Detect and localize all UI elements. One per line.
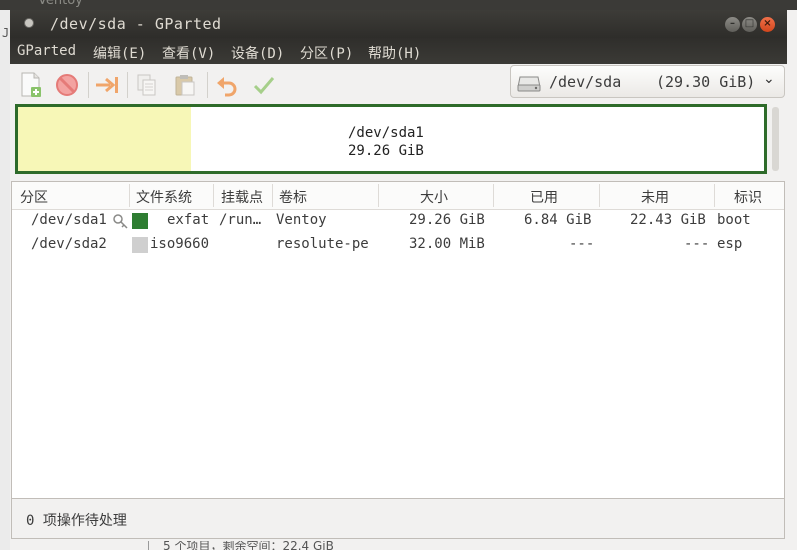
partition-used-space — [18, 107, 191, 171]
table-row[interactable]: /dev/sda2 iso9660 resolute-pe 32.00 MiB … — [12, 233, 784, 257]
device-selector[interactable]: /dev/sda (29.30 GiB) ⌄ — [510, 65, 785, 98]
cell-label: resolute-pe — [276, 236, 369, 252]
partition-graph-size: 29.26 GiB — [348, 143, 424, 159]
chevron-down-icon: ⌄ — [763, 71, 775, 87]
paste-icon[interactable] — [170, 70, 200, 100]
column-header-flags[interactable]: 标识 — [734, 187, 762, 207]
toolbar: /dev/sda (29.30 GiB) ⌄ — [10, 64, 787, 104]
cell-size: 32.00 MiB — [409, 236, 485, 252]
toolbar-separator — [127, 72, 128, 98]
menu-gparted[interactable]: GParted — [17, 43, 76, 59]
undo-icon[interactable] — [211, 70, 241, 100]
harddisk-icon — [517, 71, 541, 97]
menu-device[interactable]: 设备(D) — [231, 43, 284, 63]
cell-unused: 22.43 GiB — [630, 212, 706, 228]
cell-used: --- — [569, 236, 595, 252]
new-partition-icon[interactable] — [16, 70, 46, 100]
background-window-title: Ventoy — [38, 0, 83, 8]
app-menu-icon[interactable] — [24, 18, 34, 28]
cell-mountpoint: /run… — [219, 212, 262, 228]
column-divider — [714, 184, 715, 207]
column-divider — [599, 184, 600, 207]
menu-bar: GParted 编辑(E) 查看(V) 设备(D) 分区(P) 帮助(H) — [10, 38, 787, 64]
background-status-text: 5 个项目，剩余空间：22.4 GiB — [163, 541, 334, 550]
cell-partition: /dev/sda2 — [31, 236, 107, 252]
cell-filesystem: exfat — [167, 212, 210, 228]
column-header-label[interactable]: 卷标 — [279, 187, 307, 207]
column-header-size[interactable]: 大小 — [420, 187, 448, 207]
column-divider — [378, 184, 379, 207]
delete-icon[interactable] — [52, 70, 82, 100]
table-header: 分区 文件系统 挂载点 卷标 大小 已用 未用 标识 — [12, 182, 784, 210]
cell-flags: esp — [717, 236, 743, 252]
column-header-mountpoint[interactable]: 挂载点 — [221, 187, 263, 207]
window-title: /dev/sda - GParted — [50, 15, 222, 33]
key-icon — [112, 213, 128, 233]
toolbar-separator — [207, 72, 208, 98]
column-divider — [129, 184, 130, 207]
maximize-button[interactable]: □ — [742, 17, 757, 32]
background-window-statusbar: 5 个项目，剩余空间：22.4 GiB — [148, 541, 797, 550]
column-divider — [493, 184, 494, 207]
device-size: (29.30 GiB) — [656, 73, 756, 91]
menu-view[interactable]: 查看(V) — [162, 43, 215, 63]
table-row[interactable]: /dev/sda1 exfat /run… Ventoy 29.26 GiB 6… — [12, 209, 784, 233]
menu-edit[interactable]: 编辑(E) — [93, 43, 146, 63]
column-divider — [213, 184, 214, 207]
cell-size: 29.26 GiB — [409, 212, 485, 228]
partition-graph-name: /dev/sda1 — [348, 125, 424, 141]
cell-partition: /dev/sda1 — [31, 212, 107, 228]
minimize-button[interactable]: – — [725, 17, 740, 32]
apply-icon[interactable] — [249, 70, 279, 100]
column-header-unused[interactable]: 未用 — [641, 187, 669, 207]
status-bar: 0 项操作待处理 — [11, 499, 785, 539]
column-header-partition[interactable]: 分区 — [20, 187, 48, 207]
background-window-titlebar: Ventoy — [0, 0, 797, 10]
pending-operations-status: 0 项操作待处理 — [26, 513, 127, 529]
gparted-window: /dev/sda - GParted – □ × GParted 编辑(E) 查… — [10, 10, 787, 541]
cell-used: 6.84 GiB — [524, 212, 592, 228]
background-window-edge: J — [0, 10, 10, 550]
copy-icon[interactable] — [132, 70, 162, 100]
column-header-used[interactable]: 已用 — [530, 187, 558, 207]
background-window-char: J — [2, 26, 10, 40]
filesystem-color-swatch — [132, 213, 148, 229]
menu-partition[interactable]: 分区(P) — [300, 43, 353, 63]
device-name: /dev/sda — [549, 73, 622, 91]
cell-unused: --- — [684, 236, 710, 252]
close-button[interactable]: × — [760, 17, 775, 32]
cell-flags: boot — [717, 212, 751, 228]
resize-move-icon[interactable] — [92, 70, 122, 100]
partition-graph-scrollbar[interactable] — [772, 107, 779, 171]
filesystem-color-swatch — [132, 237, 148, 253]
menu-help[interactable]: 帮助(H) — [368, 43, 421, 63]
column-divider — [272, 184, 273, 207]
cell-label: Ventoy — [276, 212, 327, 228]
title-bar[interactable]: /dev/sda - GParted – □ × — [10, 10, 787, 38]
cell-filesystem: iso9660 — [150, 236, 210, 252]
column-header-filesystem[interactable]: 文件系统 — [136, 187, 192, 207]
toolbar-separator — [88, 72, 89, 98]
partition-graph[interactable]: /dev/sda1 29.26 GiB — [15, 104, 767, 174]
partition-table: 分区 文件系统 挂载点 卷标 大小 已用 未用 标识 /dev/sda1 exf… — [11, 181, 785, 499]
